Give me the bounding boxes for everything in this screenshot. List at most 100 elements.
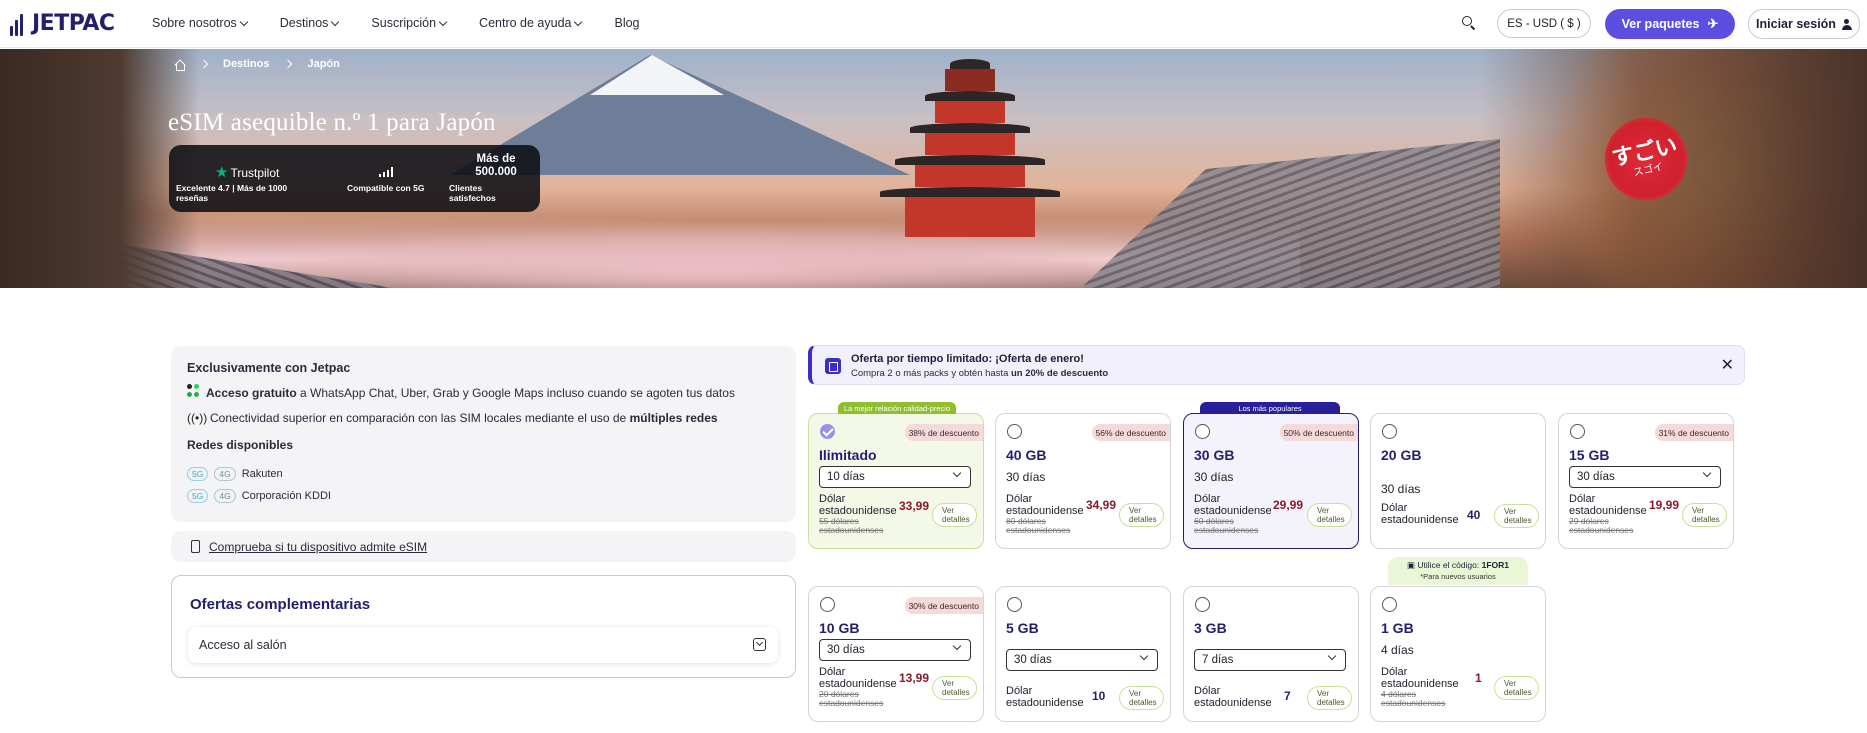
currency-label: Dólar estadounidense — [1381, 666, 1459, 690]
plan-price: 19,99 — [1649, 498, 1680, 512]
5g-badge: 5G — [187, 489, 209, 503]
breadcrumb-japan: Japón — [307, 58, 340, 70]
nav-help[interactable]: Centro de ayuda — [479, 16, 583, 30]
plan-radio[interactable] — [1382, 424, 1397, 439]
logo-mark-icon — [10, 10, 28, 36]
old-price: 55 dólares estadounidenses — [819, 516, 884, 535]
compat-5g-text: Compatible con 5G — [347, 183, 425, 193]
plan-price: 29,99 — [1273, 498, 1304, 512]
plan-radio[interactable] — [1195, 597, 1210, 612]
close-icon[interactable]: ✕ — [1721, 355, 1734, 374]
chevron-down-icon — [952, 641, 962, 651]
plan-name: 30 GB — [1194, 447, 1235, 463]
old-price: 60 dólares estadounidenses — [1194, 516, 1259, 535]
plan-card-5gb[interactable]: 5 GB 30 días Dólar estadounidense 10 Ver… — [995, 586, 1171, 722]
plan-name: 40 GB — [1006, 447, 1047, 463]
nav-about[interactable]: Sobre nosotros — [152, 16, 249, 30]
home-icon[interactable] — [174, 59, 185, 71]
clients-count: Más de 500.000 — [475, 153, 517, 178]
free-access-rest: a WhatsApp Chat, Uber, Grab y Google Map… — [296, 386, 735, 400]
days-select[interactable]: 30 días — [1569, 466, 1721, 488]
days-select[interactable]: 30 días — [1006, 649, 1158, 671]
language-currency-button[interactable]: ES - USD ( $ ) — [1497, 9, 1591, 38]
days-select[interactable]: 7 días — [1194, 649, 1346, 671]
plan-name: 1 GB — [1381, 620, 1414, 636]
plan-card-1gb[interactable]: 1 GB 4 días Dólar estadounidense 4 dólar… — [1370, 586, 1546, 722]
chevron-down-icon — [239, 17, 249, 26]
currency-label: Dólar estadounidense — [1194, 685, 1272, 709]
lounge-access-item[interactable]: Acceso al salón — [188, 627, 778, 663]
plan-name: Ilimitado — [819, 447, 877, 463]
currency-label: Dólar estadounidense — [1006, 685, 1084, 709]
compat-check-row[interactable]: Comprueba si tu dispositivo admite eSIM — [171, 531, 796, 562]
details-button[interactable]: Ver detalles — [1307, 503, 1352, 527]
details-button[interactable]: Ver detalles — [1119, 503, 1164, 527]
days-value: 10 días — [827, 471, 865, 483]
plan-name: 15 GB — [1569, 447, 1610, 463]
view-packages-button[interactable]: Ver paquetes ✈ — [1605, 9, 1735, 39]
nav-subscription-label: Suscripción — [371, 16, 437, 30]
promo-code: 1FOR1 — [1481, 560, 1510, 570]
exclusive-features-panel: Exclusivamente con Jetpac Acceso gratuit… — [171, 346, 796, 522]
nav-subscription[interactable]: Suscripción — [371, 16, 448, 30]
mount-snowcap — [590, 55, 724, 95]
trust-stats-box: ★ Trustpilot Excelente 4.7 | Más de 1000… — [169, 145, 540, 212]
plan-radio[interactable] — [820, 424, 835, 439]
plan-price: 10 — [1092, 689, 1106, 703]
plan-radio[interactable] — [1195, 424, 1210, 439]
plan-card-unlimited[interactable]: La mejor relación calidad-precio 38% de … — [808, 402, 984, 549]
plan-radio[interactable] — [1007, 597, 1022, 612]
details-button[interactable]: Ver detalles — [1494, 676, 1539, 700]
main-nav: Sobre nosotros Destinos Suscripción Cent… — [152, 16, 673, 30]
login-label: Iniciar sesión — [1756, 17, 1836, 31]
details-button[interactable]: Ver detalles — [1494, 504, 1539, 528]
offer-sub-bold: un 20% de descuento — [1011, 368, 1109, 379]
plan-radio[interactable] — [820, 597, 835, 612]
plan-card-15gb[interactable]: 31% de descuento 15 GB 30 días Dólar est… — [1558, 413, 1734, 549]
old-price: 29 dólares estadounidenses — [1569, 516, 1634, 535]
network-row: 5G 4G Rakuten — [187, 467, 283, 481]
currency-label: Dólar estadounidense — [819, 493, 897, 517]
connectivity-row: ((•)) Conectividad superior en comparaci… — [187, 411, 718, 425]
chevron-down-icon — [952, 468, 962, 478]
plan-name: 5 GB — [1006, 620, 1039, 636]
discount-badge: 38% de descuento — [904, 424, 983, 441]
details-button[interactable]: Ver detalles — [932, 503, 977, 527]
currency-label: Dólar estadounidense — [1006, 493, 1084, 517]
details-button[interactable]: Ver detalles — [932, 676, 977, 700]
plan-card-40gb[interactable]: 56% de descuento 40 GB 30 días Dólar est… — [995, 413, 1171, 549]
plan-card-10gb[interactable]: 30% de descuento 10 GB 30 días Dólar est… — [808, 586, 984, 722]
free-access-row: Acceso gratuito a WhatsApp Chat, Uber, G… — [187, 384, 735, 402]
search-icon[interactable] — [1462, 16, 1476, 31]
currency-label: Dólar estadounidense — [1569, 493, 1647, 517]
plan-radio[interactable] — [1570, 424, 1585, 439]
chevron-right-icon — [199, 59, 209, 69]
networks-title: Redes disponibles — [187, 438, 294, 452]
offer-title: Oferta por tiempo limitado: ¡Oferta de e… — [851, 353, 1084, 365]
plan-price: 34,99 — [1086, 498, 1117, 512]
trustpilot-logo: ★ Trustpilot — [215, 165, 279, 180]
plan-card-20gb[interactable]: 20 GB 30 días Dólar estadounidense 40 Ve… — [1370, 413, 1546, 549]
details-button[interactable]: Ver detalles — [1119, 686, 1164, 710]
apps-icon — [187, 384, 199, 402]
free-access-bold: Acceso gratuito — [206, 386, 297, 400]
plan-card-30gb[interactable]: Los más populares 50% de descuento 30 GB… — [1183, 402, 1359, 549]
trustpilot-rating: Excelente 4.7 | Más de 1000 reseñas — [176, 183, 288, 203]
login-button[interactable]: Iniciar sesión — [1748, 9, 1860, 39]
plan-radio[interactable] — [1382, 597, 1397, 612]
nav-destinations[interactable]: Destinos — [280, 16, 340, 30]
plan-radio[interactable] — [1007, 424, 1022, 439]
breadcrumb-destinations[interactable]: Destinos — [223, 58, 269, 70]
nav-help-label: Centro de ayuda — [479, 16, 572, 30]
jetpac-logo[interactable]: JETPAC — [10, 10, 115, 36]
days-select[interactable]: 30 días — [819, 639, 971, 661]
compat-check-link[interactable]: Comprueba si tu dispositivo admite eSIM — [209, 540, 427, 554]
days-select[interactable]: 10 días — [819, 466, 971, 488]
details-button[interactable]: Ver detalles — [1682, 503, 1727, 527]
nav-blog[interactable]: Blog — [614, 16, 639, 30]
plan-price: 40 — [1467, 508, 1481, 522]
plan-card-3gb[interactable]: 3 GB 7 días Dólar estadounidense 7 Ver d… — [1183, 586, 1359, 722]
expand-icon[interactable] — [753, 638, 766, 651]
details-button[interactable]: Ver detalles — [1307, 686, 1352, 710]
currency-label: Dólar estadounidense — [819, 666, 897, 690]
